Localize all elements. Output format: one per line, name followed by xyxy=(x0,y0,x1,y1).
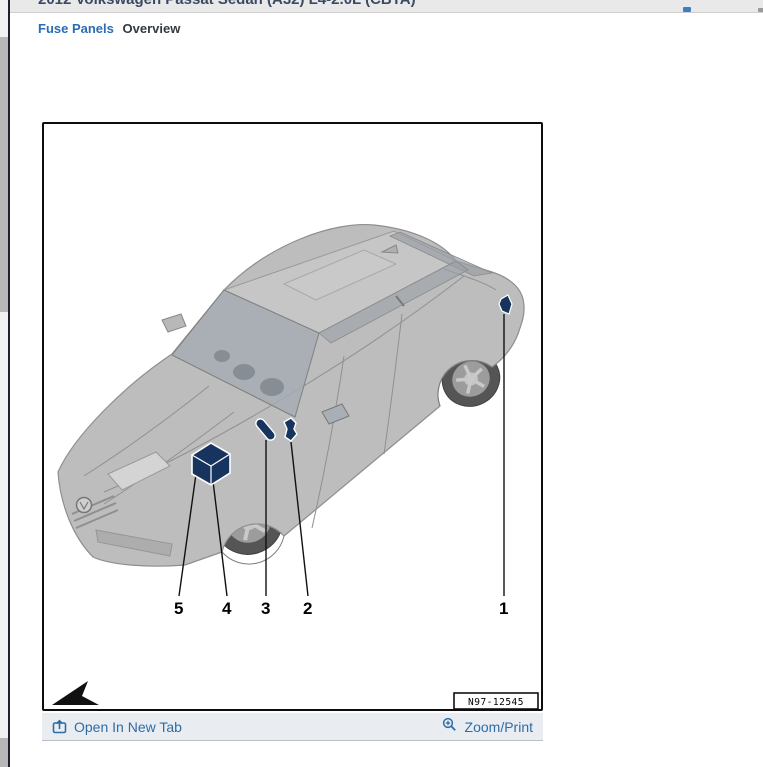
left-mirror xyxy=(162,314,186,332)
callout-numbers: 5 4 3 2 1 xyxy=(174,599,508,618)
title-bar: 2012 Volkswagen Passat Sedan (A32) L4-2.… xyxy=(10,0,763,13)
drawing-number-box: N97-12545 xyxy=(454,693,538,709)
breadcrumb-current-overview: Overview xyxy=(123,21,181,36)
callout-3: 3 xyxy=(261,599,270,618)
car-diagram: 5 4 3 2 1 N97-12545 xyxy=(44,124,541,709)
callout-5: 5 xyxy=(174,599,183,618)
drawing-number: N97-12545 xyxy=(468,697,524,708)
callout-4: 4 xyxy=(222,599,232,618)
vehicle-title: 2012 Volkswagen Passat Sedan (A32) L4-2.… xyxy=(10,0,763,8)
left-scrollbar-track[interactable] xyxy=(0,0,8,767)
callout-2: 2 xyxy=(303,599,312,618)
diagram-frame: 5 4 3 2 1 N97-12545 xyxy=(42,122,543,711)
callout-1: 1 xyxy=(499,599,508,618)
panel-border xyxy=(8,0,10,767)
open-in-new-tab-label: Open In New Tab xyxy=(74,719,182,735)
figure-action-bar: Open In New Tab Zoom/Print xyxy=(42,713,543,741)
left-scrollbar-thumb[interactable] xyxy=(0,37,8,312)
page: { "window": { "title_bar_text": "2012 Vo… xyxy=(0,0,763,767)
zoom-print-button[interactable]: Zoom/Print xyxy=(442,719,533,735)
vw-badge xyxy=(77,498,92,513)
zoom-print-label: Zoom/Print xyxy=(465,719,533,735)
left-scrollbar-bottom-segment xyxy=(0,738,8,767)
fuse-panel-location-figure: 5 4 3 2 1 N97-12545 Open In New Tab xyxy=(42,122,543,741)
open-in-new-tab-button[interactable]: Open In New Tab xyxy=(52,719,182,735)
zoom-in-icon xyxy=(442,717,457,732)
direction-arrow-icon xyxy=(52,681,99,705)
bookmark-icon[interactable] xyxy=(683,7,691,12)
open-in-new-tab-icon xyxy=(52,719,67,734)
breadcrumb-link-fuse-panels[interactable]: Fuse Panels xyxy=(38,21,114,36)
breadcrumb: Fuse Panels Overview xyxy=(10,13,763,36)
menu-icon[interactable] xyxy=(758,8,763,12)
